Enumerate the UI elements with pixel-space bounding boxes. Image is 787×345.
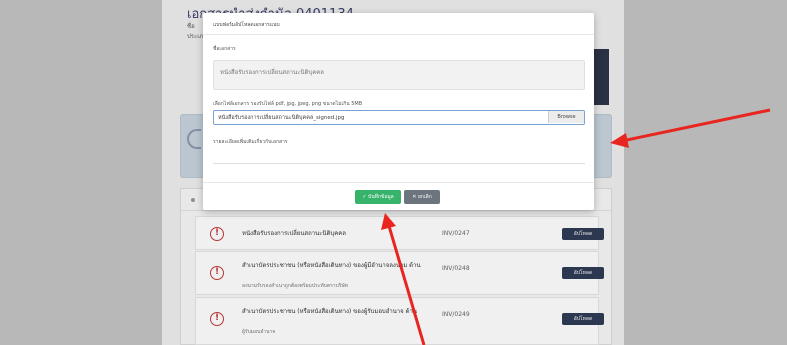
document-name-label: ชื่อเอกสาร [213,46,236,52]
save-button[interactable]: ✓ บันทึกข้อมูล [355,190,401,204]
cancel-button[interactable]: ✕ ยกเลิก [404,190,440,204]
remark-label: รายละเอียดเพิ่มเติมเกี่ยวกับเอกสาร [213,139,288,145]
modal-title: แบบฟอร์มอัปโหลดเอกสารแนบ [213,22,280,28]
file-select-label: เลือกไฟล์เอกสาร รองรับไฟล์ pdf, jpg, jpe… [213,101,363,107]
upload-modal: แบบฟอร์มอัปโหลดเอกสารแนบ ชื่อเอกสาร หนัง… [203,13,594,210]
remark-input[interactable] [213,163,585,164]
document-name-value: หนังสือรับรองการเปลี่ยนสถานะนิติบุคคล [220,69,324,76]
browse-button[interactable]: Browse [548,111,584,123]
modal-header: แบบฟอร์มอัปโหลดเอกสารแนบ [203,13,594,35]
file-input[interactable]: หนังสือรับรองการเปลี่ยนสถานะนิติบุคคล_si… [213,110,585,125]
modal-footer: ✓ บันทึกข้อมูล ✕ ยกเลิก [203,182,594,210]
selected-file-name: หนังสือรับรองการเปลี่ยนสถานะนิติบุคคล_si… [218,115,345,121]
document-name-field[interactable]: หนังสือรับรองการเปลี่ยนสถานะนิติบุคคล [213,60,585,90]
